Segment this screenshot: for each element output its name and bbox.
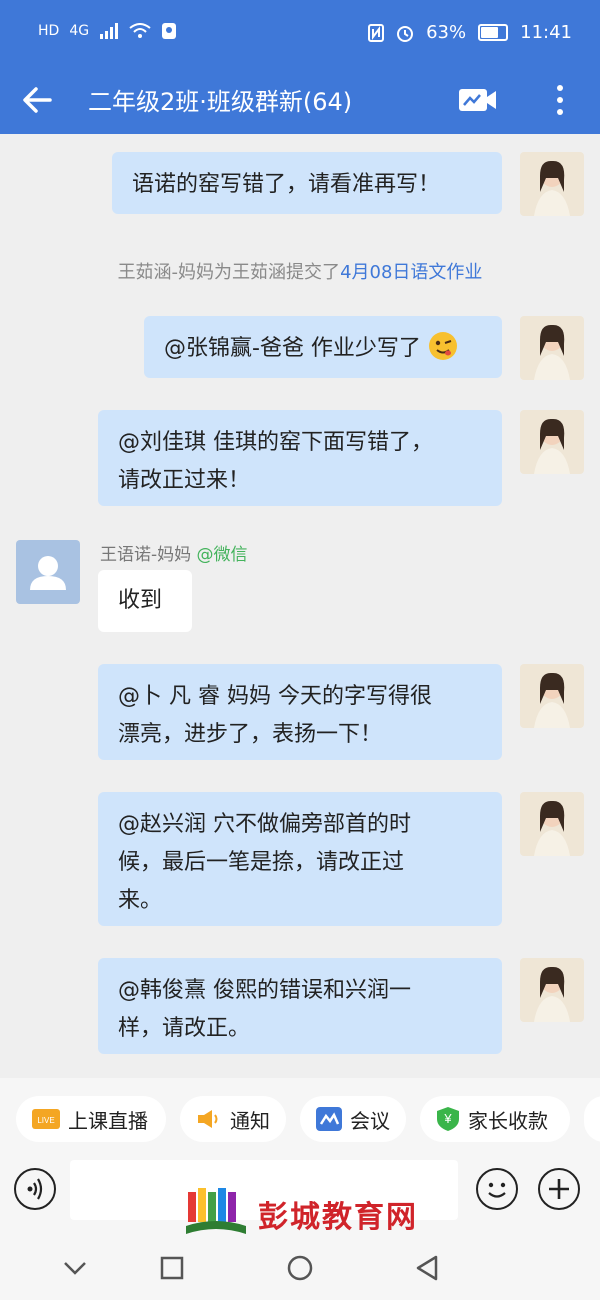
teacher-avatar[interactable] <box>520 152 584 216</box>
more-actions-chip[interactable] <box>584 1096 600 1142</box>
message-line: 来。 <box>118 888 163 913</box>
live-class-label: 上课直播 <box>68 1108 148 1133</box>
home-icon[interactable] <box>287 1255 313 1281</box>
nfc-icon <box>368 23 385 42</box>
recent-apps-icon[interactable] <box>160 1256 184 1280</box>
message-bubble[interactable]: @韩俊熹 俊熙的错误和兴润一 样，请改正。 <box>98 958 502 1054</box>
message-line: 漂亮，进步了，表扬一下！ <box>118 722 383 747</box>
group-title: 二年级2班·班级群新(64) <box>88 88 353 116</box>
battery-percent: 63% <box>426 22 467 43</box>
voice-icon <box>27 1178 43 1200</box>
status-bar: HD 4G 63% 11:41 <box>0 0 600 68</box>
clock: 11:41 <box>520 22 572 43</box>
system-notice-text: 王茹涵-妈妈为王茹涵提交了 <box>117 262 341 283</box>
live-badge-text: LIVE <box>37 1116 54 1125</box>
smiley-icon <box>488 1182 506 1198</box>
hd-indicator: HD <box>38 23 60 39</box>
quick-action-bar: LIVE 上课直播 通知 会议 ¥ 家长收款 <box>0 1078 600 1158</box>
message-text: 收到 <box>118 588 163 613</box>
emoji-button[interactable] <box>476 1168 518 1210</box>
more-options-icon[interactable] <box>548 82 572 118</box>
teacher-avatar[interactable] <box>520 792 584 856</box>
alarm-icon <box>397 25 414 42</box>
payment-shield-icon: ¥ <box>437 1107 459 1131</box>
watermark-text: 彭城教育网 <box>258 1200 418 1235</box>
message-bubble[interactable]: 语诺的窑写错了，请看准再写！ <box>112 152 502 214</box>
default-user-avatar[interactable] <box>16 540 80 604</box>
message-line: @赵兴润 穴不做偏旁部首的时 <box>118 812 411 837</box>
teacher-avatar[interactable] <box>520 316 584 380</box>
megaphone-icon <box>198 1110 218 1128</box>
live-class-button[interactable]: LIVE 上课直播 <box>16 1096 166 1142</box>
back-arrow-icon[interactable] <box>18 78 58 122</box>
system-notice: 王茹涵-妈妈为王茹涵提交了4月08日语文作业 <box>0 258 600 284</box>
message-bubble[interactable]: @刘佳琪 佳琪的窑下面写错了， 请改正过来！ <box>98 410 502 506</box>
teacher-avatar[interactable] <box>520 664 584 728</box>
chevron-down-icon[interactable] <box>62 1258 88 1278</box>
message-line: @卜 凡 睿 妈妈 今天的字写得很 <box>118 684 432 709</box>
system-nav-bar <box>0 1240 600 1300</box>
message-bubble[interactable]: @卜 凡 睿 妈妈 今天的字写得很 漂亮，进步了，表扬一下！ <box>98 664 502 760</box>
app-notification-icon <box>162 23 177 39</box>
notice-label: 通知 <box>230 1108 270 1133</box>
battery-level <box>481 27 498 38</box>
teacher-avatar[interactable] <box>520 958 584 1022</box>
battery-icon <box>478 24 509 41</box>
message-text: @张锦赢-爸爸 作业少写了 <box>164 336 421 361</box>
message-line: 样，请改正。 <box>118 1016 251 1041</box>
message-bubble[interactable]: @张锦赢-爸爸 作业少写了 <box>144 316 502 378</box>
plus-icon <box>549 1179 569 1199</box>
parent-payment-button[interactable]: ¥ 家长收款 <box>420 1096 570 1142</box>
parent-payment-label: 家长收款 <box>468 1108 548 1133</box>
payment-badge-text: ¥ <box>443 1111 452 1126</box>
message-bubble[interactable]: @赵兴润 穴不做偏旁部首的时 候，最后一笔是捺，请改正过 来。 <box>98 792 502 926</box>
app-bar: 二年级2班·班级群新(64) <box>0 68 600 134</box>
signal-icon <box>100 23 119 39</box>
status-icons-left: HD 4G <box>38 22 177 40</box>
status-icons-right: 63% 11:41 <box>368 22 572 43</box>
meeting-label: 会议 <box>350 1108 390 1133</box>
wink-emoji-icon <box>428 332 457 360</box>
notice-button[interactable]: 通知 <box>180 1096 286 1142</box>
wifi-icon <box>129 23 151 38</box>
message-bubble[interactable]: 收到 <box>98 570 192 632</box>
video-call-icon[interactable] <box>458 86 498 114</box>
live-icon: LIVE <box>32 1109 60 1129</box>
message-line: @韩俊熹 俊熙的错误和兴润一 <box>118 978 411 1003</box>
watermark: 彭城教育网 <box>184 1186 418 1242</box>
network-indicator: 4G <box>69 23 90 39</box>
voice-input-button[interactable] <box>14 1168 56 1210</box>
back-triangle-icon[interactable] <box>414 1255 440 1281</box>
watermark-logo-icon <box>186 1188 246 1234</box>
chat-area[interactable]: 语诺的窑写错了，请看准再写！ 王茹涵-妈妈为王茹涵提交了4月08日语文作业 @张… <box>0 134 600 1078</box>
more-plus-button[interactable] <box>538 1168 580 1210</box>
meeting-button[interactable]: 会议 <box>300 1096 406 1142</box>
wechat-source-tag: @微信 <box>196 545 248 565</box>
teacher-avatar[interactable] <box>520 410 584 474</box>
homework-link[interactable]: 4月08日语文作业 <box>340 262 482 283</box>
message-text: 语诺的窑写错了，请看准再写！ <box>132 172 441 197</box>
meeting-icon <box>316 1107 342 1131</box>
sender-label: 王语诺-妈妈 <box>100 545 192 565</box>
message-line: @刘佳琪 佳琪的窑下面写错了， <box>118 430 433 455</box>
sender-name: 王语诺-妈妈 @微信 <box>100 540 248 565</box>
message-line: 请改正过来！ <box>118 468 251 493</box>
message-line: 候，最后一笔是捺，请改正过 <box>118 850 405 875</box>
